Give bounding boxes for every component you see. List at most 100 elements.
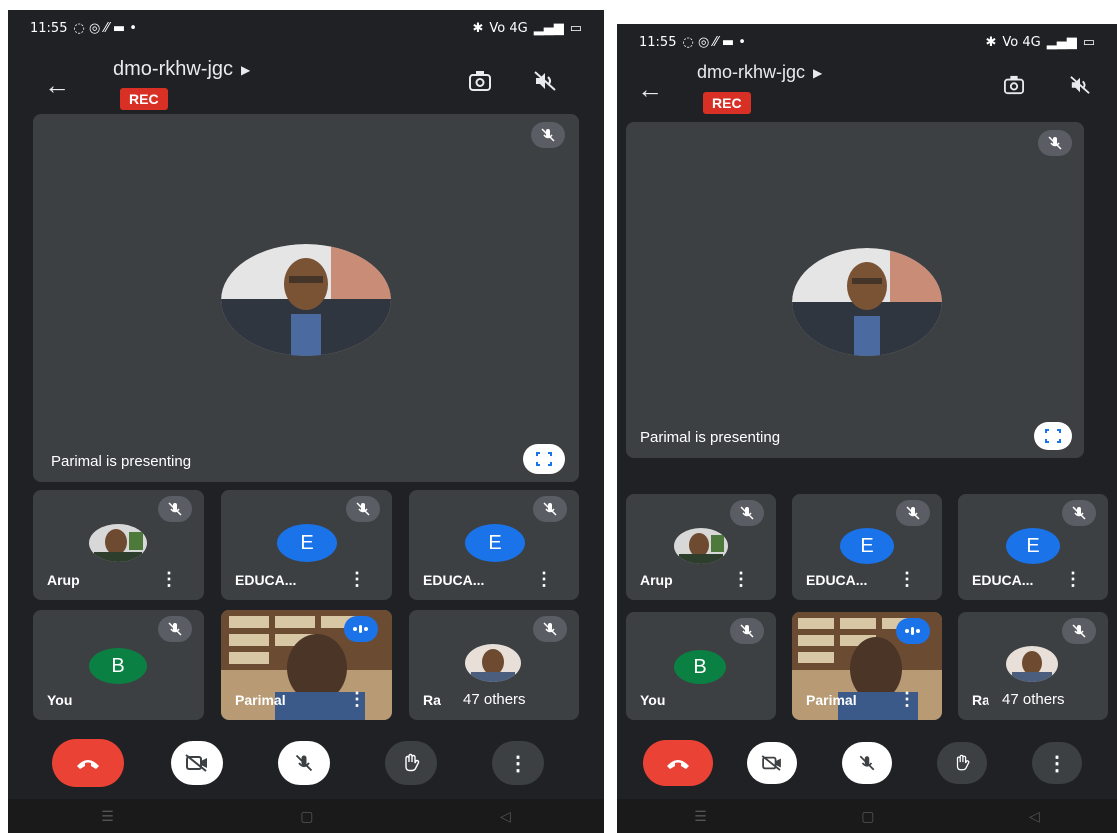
caret-right-icon: ▶	[241, 62, 251, 77]
battery-icon: ▭	[1082, 34, 1095, 50]
more-vert-icon[interactable]: ⋮	[1064, 569, 1082, 590]
avatar: E	[1006, 528, 1060, 564]
more-vert-icon[interactable]: ⋮	[535, 569, 553, 590]
bluetooth-icon: ✱	[472, 20, 484, 36]
mic-off-icon	[158, 496, 192, 522]
mic-off-icon	[730, 500, 764, 526]
avatar: B	[89, 648, 147, 684]
avatar	[465, 644, 521, 682]
participant-tile[interactable]: E EDUCA... ⋮	[792, 494, 942, 600]
status-time: 11:55	[639, 34, 677, 50]
more-vert-icon[interactable]: ⋮	[898, 689, 916, 710]
mic-off-icon	[1062, 618, 1096, 644]
system-nav-bar: ☰ ▢ ◁	[617, 799, 1117, 833]
top-bar: ← dmo-rkhw-jgc ▶ REC	[617, 54, 1117, 124]
mic-off-icon	[158, 616, 192, 642]
mic-off-icon	[1062, 500, 1096, 526]
fullscreen-icon[interactable]	[1034, 422, 1072, 450]
bluetooth-icon: ✱	[985, 34, 997, 50]
participant-tile-video[interactable]: Parimal ⋮	[221, 610, 392, 720]
status-bar: 11:55 ◌ ◎ ⁄⁄ ▬ • ✱ Vo 4G ▂▄▆ ▭	[30, 20, 582, 36]
signal-icon: ▂▄▆	[1046, 34, 1077, 50]
more-options-button[interactable]: ⋮	[1032, 742, 1082, 784]
avatar	[89, 524, 147, 562]
more-options-button[interactable]: ⋮	[492, 741, 544, 785]
network-indicator: Vo 4G	[1002, 34, 1041, 50]
avatar: E	[840, 528, 894, 564]
participant-tile[interactable]: B You	[626, 612, 776, 720]
back-icon[interactable]: ◁	[1029, 808, 1040, 825]
phone-screenshot-right: 11:55 ◌ ◎ ⁄⁄ ▬ • ✱ Vo 4G ▂▄▆ ▭ ← dmo-rkhw-jg…	[617, 24, 1117, 833]
phone-screenshot-left: 11:55 ◌ ◎ ⁄⁄ ▬ • ✱ Vo 4G ▂▄▆ ▭ ← dmo-rkhw-jg…	[8, 10, 604, 833]
participant-tile[interactable]: E EDUCA... ⋮	[409, 490, 579, 600]
mic-off-icon	[533, 496, 567, 522]
participant-tile[interactable]: E EDUCA... ⋮	[958, 494, 1108, 600]
mic-off-icon	[859, 755, 875, 771]
camera-toggle-button[interactable]	[171, 741, 223, 785]
more-vert-icon[interactable]: ⋮	[348, 569, 366, 590]
mic-toggle-button[interactable]	[842, 742, 892, 784]
recents-icon[interactable]: ☰	[694, 808, 707, 825]
participant-tile[interactable]: E EDUCA... ⋮	[221, 490, 392, 600]
end-call-icon	[667, 760, 689, 769]
speaking-indicator-icon	[344, 616, 378, 642]
speaker-off-icon[interactable]	[1063, 68, 1097, 102]
presenter-tile[interactable]: Parimal is presenting	[626, 122, 1084, 458]
speaker-off-icon[interactable]	[528, 64, 562, 98]
participant-tile-video[interactable]: Parimal ⋮	[792, 612, 942, 720]
mic-off-icon	[295, 754, 313, 772]
raise-hand-button[interactable]	[937, 742, 987, 784]
rec-badge: REC	[120, 88, 168, 110]
network-indicator: Vo 4G	[489, 20, 528, 36]
participant-name: Parimal	[806, 692, 857, 708]
others-count[interactable]: 47 others	[449, 685, 540, 714]
presenter-tile[interactable]: Parimal is presenting	[33, 114, 579, 482]
switch-camera-icon[interactable]	[463, 64, 497, 98]
switch-camera-icon[interactable]	[997, 68, 1031, 102]
raise-hand-icon	[956, 754, 970, 771]
participant-tile[interactable]: Arup ⋮	[626, 494, 776, 600]
participant-name: EDUCA...	[423, 572, 485, 588]
fullscreen-icon[interactable]	[523, 444, 565, 474]
participant-tile[interactable]: B You	[33, 610, 204, 720]
participant-tile[interactable]: Arup ⋮	[33, 490, 204, 600]
mic-off-icon	[533, 616, 567, 642]
more-vert-icon[interactable]: ⋮	[160, 569, 178, 590]
avatar: E	[277, 524, 337, 562]
avatar	[1006, 646, 1058, 682]
end-call-icon	[77, 760, 99, 769]
home-icon[interactable]: ▢	[300, 808, 313, 825]
more-vert-icon: ⋮	[1047, 752, 1067, 775]
mic-off-icon	[896, 500, 930, 526]
recents-icon[interactable]: ☰	[101, 808, 114, 825]
camera-off-icon	[761, 755, 781, 771]
camera-toggle-button[interactable]	[747, 742, 797, 784]
more-vert-icon[interactable]: ⋮	[348, 689, 366, 710]
home-icon[interactable]: ▢	[861, 808, 874, 825]
system-nav-bar: ☰ ▢ ◁	[8, 799, 604, 833]
mic-toggle-button[interactable]	[278, 741, 330, 785]
more-vert-icon[interactable]: ⋮	[732, 569, 750, 590]
caret-right-icon: ▶	[813, 65, 823, 80]
participant-tile[interactable]: Ra 47 others	[409, 610, 579, 720]
raise-hand-icon	[405, 753, 420, 772]
battery-icon: ▭	[569, 20, 582, 36]
mic-off-icon	[1038, 130, 1072, 156]
signal-icon: ▂▄▆	[533, 20, 564, 36]
end-call-button[interactable]	[52, 739, 124, 787]
end-call-button[interactable]	[643, 740, 713, 786]
participant-tile[interactable]: Ra 47 others	[958, 612, 1108, 720]
mic-off-icon	[346, 496, 380, 522]
more-vert-icon: ⋮	[508, 752, 528, 775]
back-arrow-icon[interactable]: ←	[637, 74, 663, 105]
raise-hand-button[interactable]	[385, 741, 437, 785]
avatar: B	[674, 650, 726, 684]
others-count[interactable]: 47 others	[988, 685, 1079, 714]
meeting-code[interactable]: dmo-rkhw-jgc ▶	[113, 58, 250, 81]
back-arrow-icon[interactable]: ←	[44, 70, 70, 101]
back-icon[interactable]: ◁	[500, 808, 511, 825]
mic-off-icon	[730, 618, 764, 644]
more-vert-icon[interactable]: ⋮	[898, 569, 916, 590]
meeting-code[interactable]: dmo-rkhw-jgc ▶	[697, 62, 822, 83]
participant-name: Ra	[423, 692, 441, 708]
